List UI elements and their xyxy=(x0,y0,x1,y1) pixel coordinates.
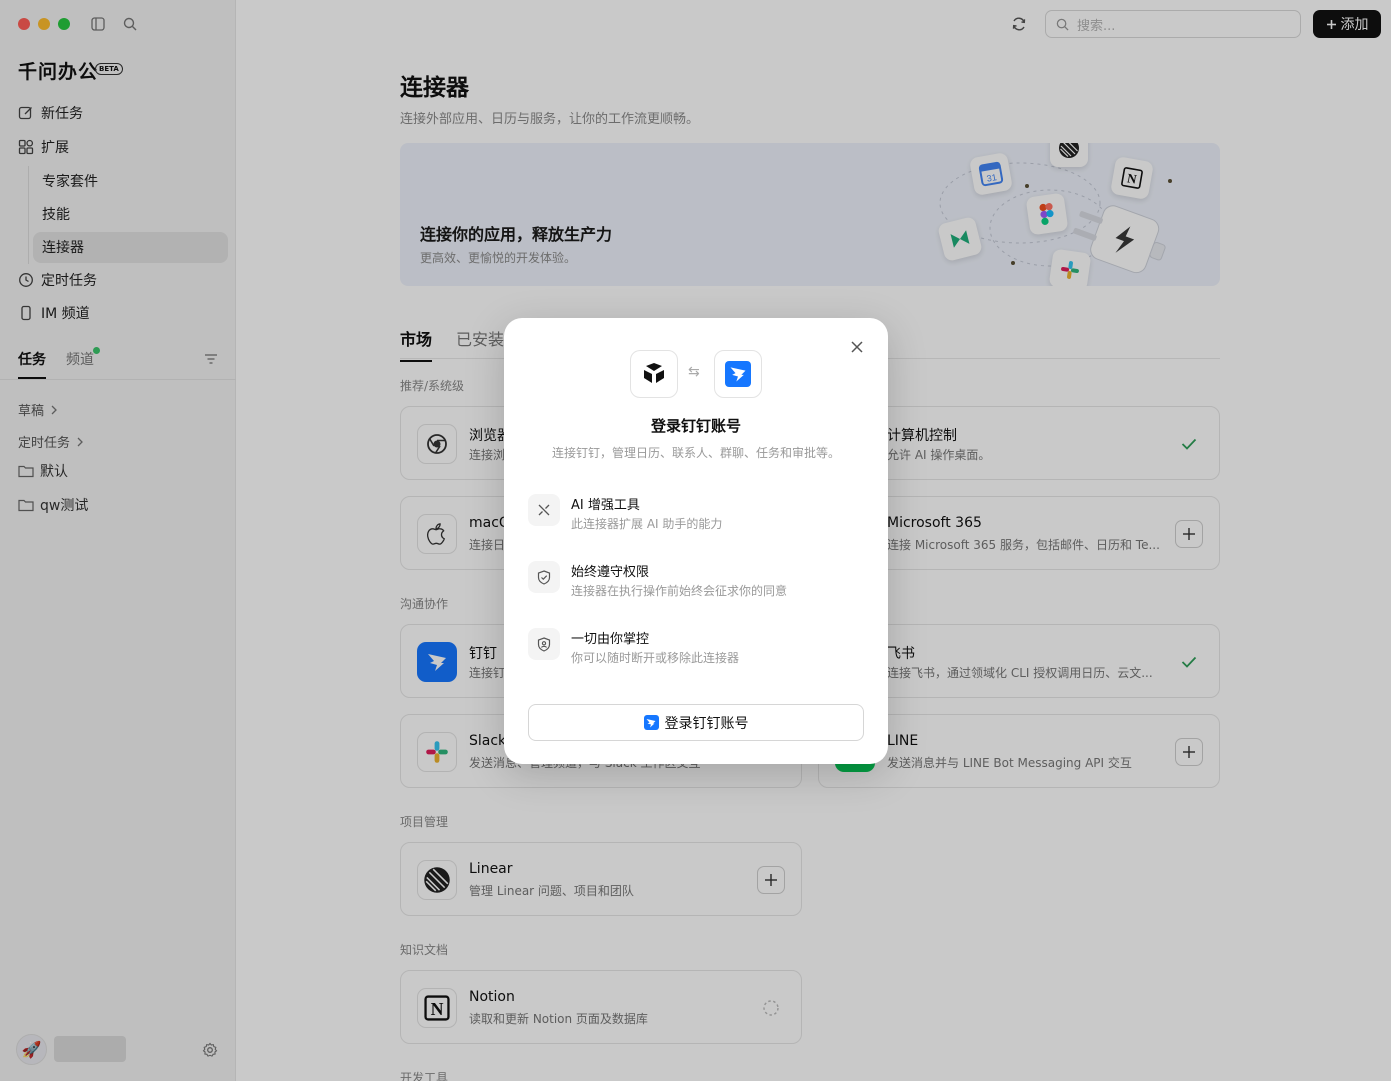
login-dingtalk-button[interactable]: 登录钉钉账号 xyxy=(528,704,864,741)
shield-user-icon xyxy=(528,628,560,660)
feature-title: AI 增强工具 xyxy=(571,498,640,513)
app-window: 千问办公 BETA 新任务 扩展 专家套件 技能 连接器 定时任务 IM 频道 … xyxy=(0,0,1391,1081)
dingtalk-logo-icon xyxy=(643,715,659,730)
modal-title: 登录钉钉账号 xyxy=(650,417,741,435)
feature-title: 一切由你掌控 xyxy=(571,632,650,647)
swap-arrows-icon: ⇆ xyxy=(688,364,700,380)
feature-desc: 你可以随时断开或移除此连接器 xyxy=(571,651,740,665)
shield-check-icon xyxy=(528,561,560,593)
login-modal: ⇆ 登录钉钉账号 连接钉钉，管理日历、联系人、群聊、任务和审批等。 AI 增强工… xyxy=(504,318,888,764)
feature-desc: 连接器在执行操作前始终会征求你的同意 xyxy=(571,584,788,598)
close-icon[interactable] xyxy=(850,340,864,354)
login-button-label: 登录钉钉账号 xyxy=(664,715,749,732)
dingtalk-logo-icon xyxy=(714,350,762,398)
feature-title: 始终遵守权限 xyxy=(571,565,650,580)
modal-subtitle: 连接钉钉，管理日历、联系人、群聊、任务和审批等。 xyxy=(551,446,840,460)
feature-desc: 此连接器扩展 AI 助手的能力 xyxy=(571,517,723,531)
tools-icon xyxy=(528,494,560,526)
app-logo-icon xyxy=(630,350,678,398)
